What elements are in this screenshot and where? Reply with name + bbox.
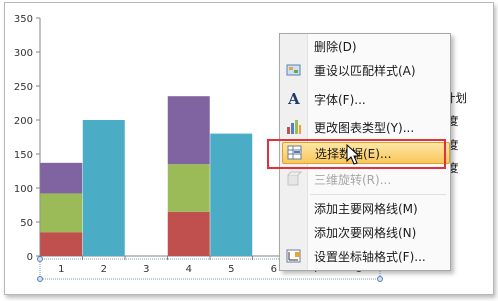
y-tick-label: 50 — [20, 218, 33, 229]
selection-handle[interactable] — [377, 276, 383, 282]
x-tick-label: 1 — [58, 264, 64, 275]
chart-type-icon — [282, 116, 306, 138]
x-tick-label: 2 — [101, 264, 107, 275]
bar-segment[interactable] — [167, 211, 210, 256]
selection-handle[interactable] — [37, 276, 43, 282]
y-tick-label: 100 — [14, 184, 33, 195]
x-tick-label: 3 — [143, 264, 149, 275]
3d-rotate-icon — [282, 168, 306, 190]
y-tick-label: 300 — [14, 48, 33, 59]
menu-item-delete[interactable]: 删除(D) — [282, 35, 448, 57]
menu-item-change-chart-type[interactable]: 更改图表类型(Y)... — [282, 116, 448, 138]
menu-item-label: 添加主要网格线(M) — [314, 201, 418, 216]
menu-item-label: 三维旋转(R)... — [314, 172, 392, 187]
y-tick-label: 0 — [27, 252, 33, 263]
selection-handle[interactable] — [37, 256, 43, 262]
mouse-cursor-icon — [346, 144, 360, 165]
y-tick-label: 350 — [14, 14, 33, 25]
menu-item-label: 设置坐标轴格式(F)... — [314, 249, 426, 264]
reset-style-icon — [282, 59, 306, 81]
bar-segment[interactable] — [167, 96, 210, 165]
menu-separator — [310, 194, 446, 195]
blank-icon — [282, 35, 306, 57]
font-icon: A — [288, 90, 300, 108]
menu-item-label: 删除(D) — [314, 39, 357, 54]
bar-segment[interactable] — [40, 232, 83, 256]
blank-icon — [282, 197, 306, 219]
bar-segment[interactable] — [40, 193, 83, 233]
y-tick-label: 200 — [14, 116, 33, 127]
menu-item-add-major-gridlines[interactable]: 添加主要网格线(M) — [282, 197, 448, 219]
menu-item-format-axis[interactable]: 设置坐标轴格式(F)... — [282, 245, 448, 267]
menu-item-label: 更改图表类型(Y)... — [314, 120, 415, 135]
menu-item-label: 添加次要网格线(N) — [314, 225, 417, 240]
bar-segment[interactable] — [167, 164, 210, 212]
x-tick-label: 5 — [228, 264, 234, 275]
menu-item-font[interactable]: A 字体(F)... — [282, 88, 448, 110]
menu-item-reset-style[interactable]: 重设以匹配样式(A) — [282, 59, 448, 81]
bar-segment[interactable] — [82, 120, 125, 256]
x-tick-label: 4 — [186, 264, 192, 275]
bar-segment[interactable] — [210, 133, 253, 256]
y-tick-label: 250 — [14, 82, 33, 93]
blank-icon — [282, 221, 306, 243]
x-tick-label: 6 — [271, 264, 277, 275]
menu-item-label: 重设以匹配样式(A) — [314, 63, 416, 78]
bar-segment[interactable] — [40, 162, 83, 194]
menu-item-label: 字体(F)... — [314, 92, 366, 107]
y-tick-label: 150 — [14, 150, 33, 161]
menu-item-3d-rotation: 三维旋转(R)... — [282, 168, 448, 190]
format-axis-icon — [282, 245, 306, 267]
menu-item-add-minor-gridlines[interactable]: 添加次要网格线(N) — [282, 221, 448, 243]
